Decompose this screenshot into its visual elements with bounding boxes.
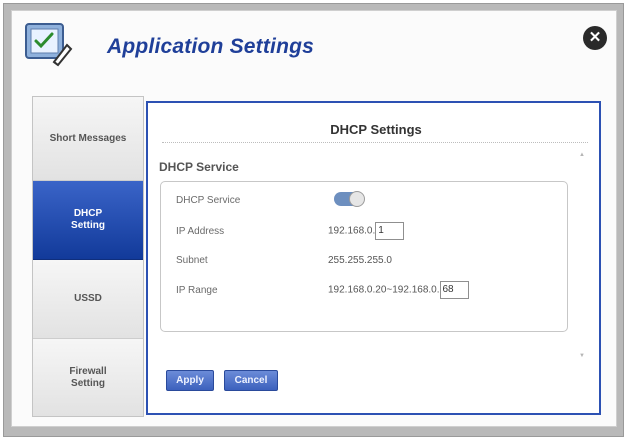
scroll-down-arrow-icon[interactable]: ▼	[579, 353, 585, 359]
sidebar: Short Messages DHCP Setting USSD Firewal…	[32, 96, 144, 417]
apply-button[interactable]: Apply	[166, 370, 214, 391]
scroll-up-arrow-icon[interactable]: ▲	[579, 152, 585, 158]
close-icon: ✕	[588, 29, 602, 46]
sidebar-item-label: DHCP Setting	[71, 208, 105, 231]
sidebar-item-firewall-setting[interactable]: Firewall Setting	[33, 339, 143, 416]
ip-range-label: IP Range	[176, 285, 218, 296]
ip-address-value: 192.168.0. 1	[328, 222, 405, 240]
sidebar-item-ussd[interactable]: USSD	[33, 260, 143, 339]
section-label: DHCP Service	[159, 160, 239, 174]
sidebar-item-short-messages[interactable]: Short Messages	[33, 97, 143, 181]
dhcp-settings-panel: DHCP Settings ▲ ▼ DHCP Service DHCP Serv…	[146, 101, 601, 415]
dhcp-service-toggle[interactable]	[334, 191, 365, 207]
ip-address-prefix: 192.168.0.	[328, 225, 376, 237]
ip-range-value: 192.168.0.20~192.168.0. 68	[328, 281, 469, 299]
dhcp-service-fieldset: DHCP Service IP Address 192.168.0. 1 Subn…	[160, 181, 568, 332]
sidebar-item-label: Short Messages	[49, 132, 127, 144]
cancel-button[interactable]: Cancel	[224, 370, 278, 391]
dhcp-service-label: DHCP Service	[176, 195, 241, 206]
toggle-knob	[349, 191, 365, 207]
sidebar-item-label: Firewall Setting	[69, 365, 107, 389]
sidebar-item-label: USSD	[74, 293, 102, 304]
ip-address-input[interactable]: 1	[375, 222, 405, 240]
ip-address-label: IP Address	[176, 226, 225, 237]
settings-checklist-icon	[25, 23, 73, 67]
close-button[interactable]: ✕	[583, 26, 607, 50]
page-title: Application Settings	[107, 35, 315, 58]
sidebar-item-dhcp-setting[interactable]: DHCP Setting	[33, 181, 143, 260]
title-divider	[162, 142, 588, 143]
panel-title: DHCP Settings	[330, 122, 422, 137]
subnet-label: Subnet	[176, 255, 208, 266]
ip-range-prefix: 192.168.0.20~192.168.0.	[328, 284, 440, 296]
subnet-value: 255.255.255.0	[328, 255, 392, 266]
ip-range-end-input[interactable]: 68	[439, 281, 469, 299]
